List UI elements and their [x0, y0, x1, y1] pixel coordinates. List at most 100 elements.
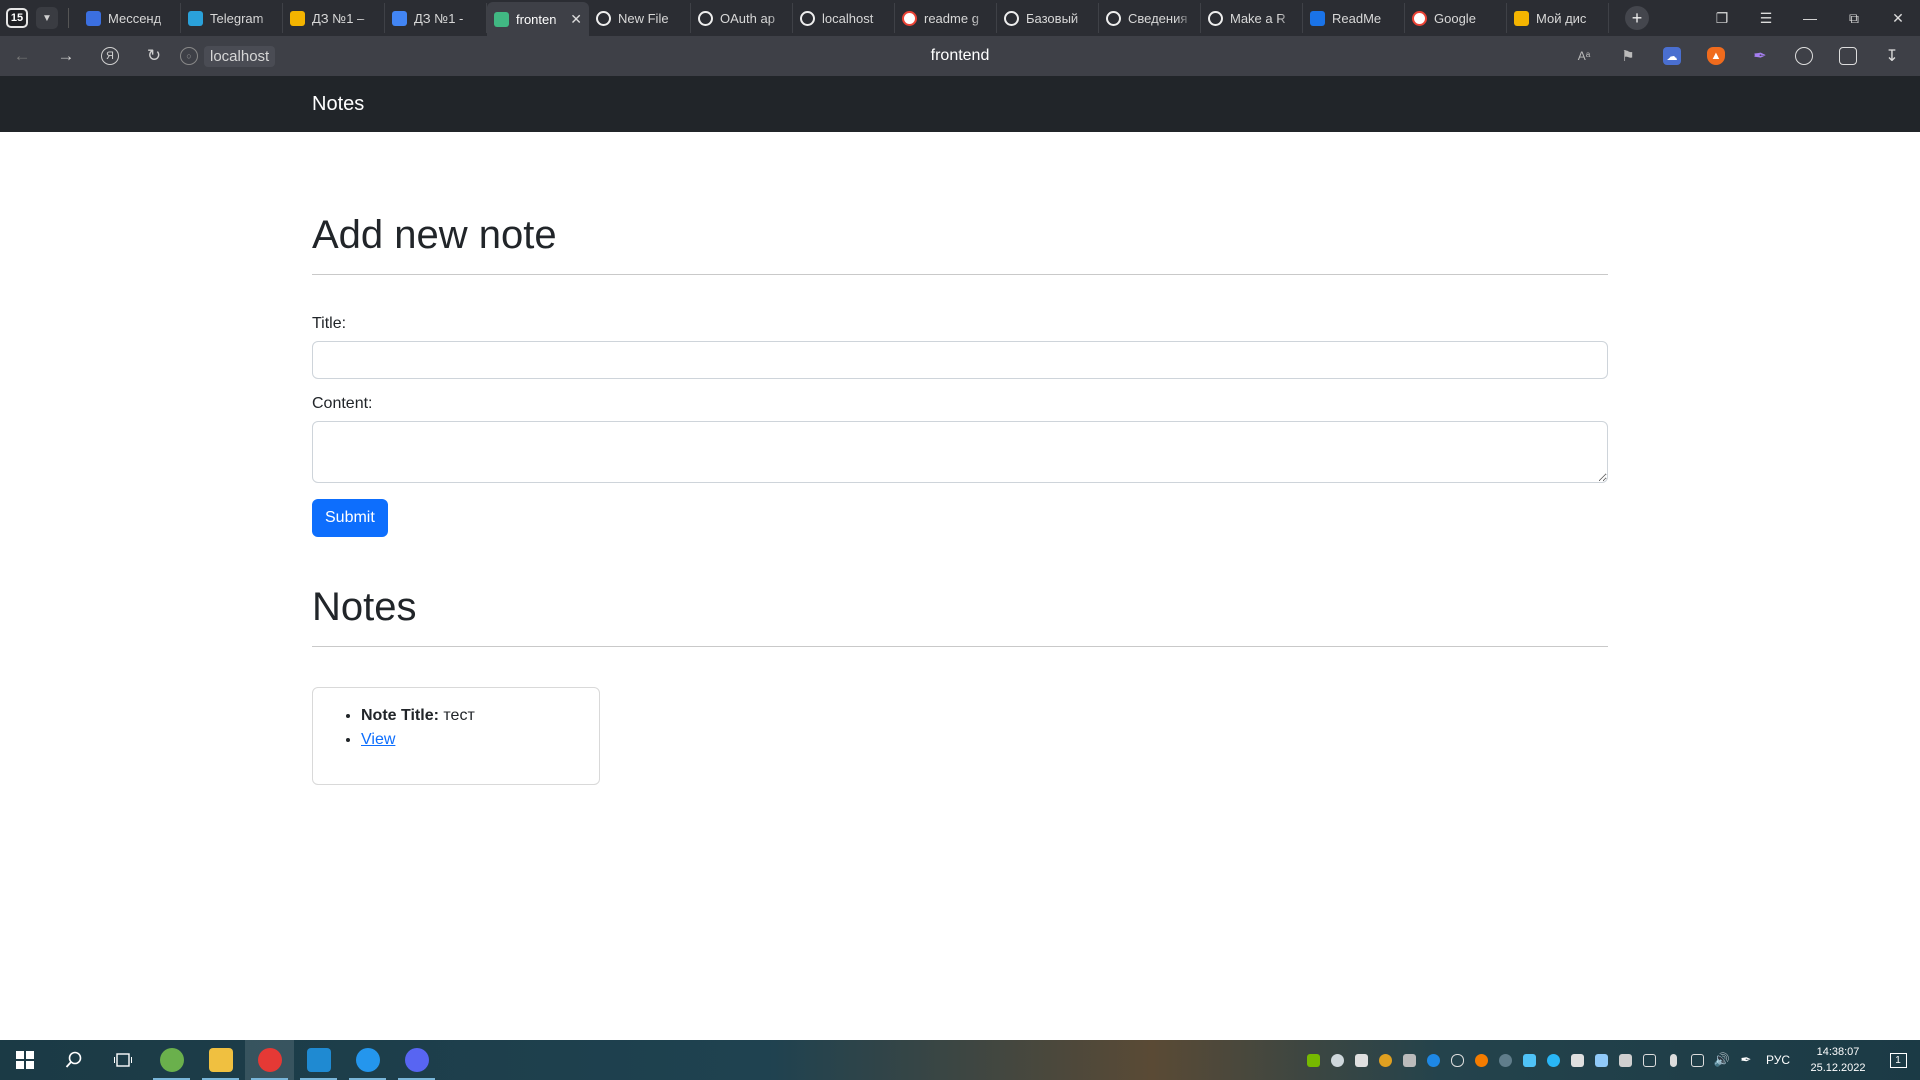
- tray-app-icon[interactable]: [1590, 1040, 1614, 1080]
- search-button[interactable]: [49, 1040, 98, 1080]
- notification-center-button[interactable]: 1: [1876, 1040, 1920, 1080]
- translate-icon: Aᵃ: [1577, 49, 1591, 63]
- tray-app-icon[interactable]: [1398, 1040, 1422, 1080]
- browser-tab[interactable]: fronten ✕: [487, 2, 589, 36]
- google-docs-icon: [392, 10, 407, 26]
- extension-feather[interactable]: ✒: [1738, 36, 1782, 76]
- download-icon: ↧: [1885, 48, 1899, 65]
- yandex-home-button[interactable]: Я: [88, 36, 132, 76]
- title-label: Title:: [312, 315, 347, 332]
- forward-button[interactable]: →: [44, 36, 88, 76]
- tray-avast-icon[interactable]: [1470, 1040, 1494, 1080]
- tray-microphone-icon[interactable]: [1662, 1040, 1686, 1080]
- taskbar-app-button[interactable]: [196, 1040, 245, 1080]
- browser-tab[interactable]: OAuth ap: [691, 3, 793, 33]
- tab-counter-button[interactable]: 15: [4, 6, 30, 30]
- tab-collections-icon[interactable]: ❐: [1700, 10, 1744, 27]
- tabs-dropdown-button[interactable]: ▼: [36, 7, 58, 29]
- divider: [68, 8, 69, 28]
- tab-title: ReadMe: [1332, 10, 1382, 26]
- browser-tab[interactable]: Базовый: [997, 3, 1099, 33]
- new-tab-button[interactable]: +: [1625, 6, 1649, 30]
- tray-chrome-icon[interactable]: [1374, 1040, 1398, 1080]
- navbar-brand[interactable]: Notes: [312, 76, 364, 132]
- arrow-right-icon: →: [57, 46, 75, 65]
- reload-button[interactable]: ↻: [132, 36, 176, 76]
- browser-tab[interactable]: Telegram: [181, 3, 283, 33]
- google-drive-icon: [290, 10, 305, 26]
- yandex-browser-icon: [257, 1048, 282, 1072]
- tray-shazam-icon[interactable]: [1542, 1040, 1566, 1080]
- site-info-icon[interactable]: ○: [180, 47, 198, 65]
- translate-button[interactable]: Aᵃ: [1562, 36, 1606, 76]
- tray-network-icon[interactable]: [1686, 1040, 1710, 1080]
- puzzle-icon: [1839, 47, 1857, 65]
- tray-app-icon[interactable]: [1566, 1040, 1590, 1080]
- tray-minus-icon[interactable]: [1422, 1040, 1446, 1080]
- add-note-heading: Add new note: [312, 213, 557, 257]
- url-field[interactable]: ○ localhost: [180, 45, 276, 67]
- tray-defender-icon[interactable]: [1614, 1040, 1638, 1080]
- browser-tab[interactable]: Make a R: [1201, 3, 1303, 33]
- menu-icon[interactable]: ☰: [1744, 10, 1788, 27]
- notification-icon: 1: [1889, 1052, 1907, 1068]
- browser-tab[interactable]: New File: [589, 3, 691, 33]
- shield-icon: ▲: [1707, 47, 1725, 65]
- browser-tab[interactable]: ДЗ №1 -: [385, 3, 487, 33]
- list-item: View: [361, 728, 599, 752]
- clock-time: 14:38:07: [1816, 1046, 1860, 1058]
- title-input[interactable]: [312, 341, 1608, 379]
- tray-app-icon[interactable]: [1518, 1040, 1542, 1080]
- taskbar-app-button[interactable]: [245, 1040, 294, 1080]
- tray-pen-icon[interactable]: ✒: [1734, 1040, 1758, 1080]
- note-card: Note Title: тест View: [312, 687, 600, 785]
- view-note-link[interactable]: View: [361, 731, 395, 748]
- input-language[interactable]: РУС: [1766, 1053, 1790, 1067]
- tray-link-icon[interactable]: [1446, 1040, 1470, 1080]
- downloads-button[interactable]: ↧: [1870, 36, 1914, 76]
- clock[interactable]: 14:38:07 25.12.2022: [1800, 1044, 1876, 1076]
- bookmark-button[interactable]: ⚑: [1606, 36, 1650, 76]
- back-button[interactable]: ←: [0, 36, 44, 76]
- restore-button[interactable]: ⧉: [1832, 10, 1876, 27]
- app-navbar: Notes: [0, 76, 1920, 132]
- browser-tab[interactable]: ReadMe: [1303, 3, 1405, 33]
- browser-tab[interactable]: Сведения: [1099, 3, 1201, 33]
- browser-tab[interactable]: readme g: [895, 3, 997, 33]
- close-tab-icon[interactable]: ✕: [570, 11, 582, 28]
- browser-tab[interactable]: Мессенд: [79, 3, 181, 33]
- taskbar-app-button[interactable]: [147, 1040, 196, 1080]
- yandex-icon: Я: [101, 47, 119, 65]
- tray-app-icon[interactable]: [1350, 1040, 1374, 1080]
- browser-tab[interactable]: Google: [1405, 3, 1507, 33]
- tray-nvidia-icon[interactable]: [1302, 1040, 1326, 1080]
- cloud-icon: ☁: [1663, 47, 1681, 65]
- extension-puzzle[interactable]: [1826, 36, 1870, 76]
- browser-tab[interactable]: ДЗ №1 –: [283, 3, 385, 33]
- tray-onedrive-icon[interactable]: [1326, 1040, 1350, 1080]
- note-title-label: Note Title:: [361, 707, 439, 724]
- close-window-button[interactable]: ✕: [1876, 10, 1920, 27]
- messenger-icon: [86, 10, 101, 26]
- divider: [312, 274, 1608, 275]
- content-textarea[interactable]: [312, 421, 1608, 483]
- tray-steam-icon[interactable]: [1494, 1040, 1518, 1080]
- file-explorer-icon: [208, 1048, 233, 1072]
- tray-volume-icon[interactable]: 🔊: [1710, 1040, 1734, 1080]
- extension-cloud[interactable]: ☁: [1650, 36, 1694, 76]
- extension-brave[interactable]: ▲: [1694, 36, 1738, 76]
- task-view-button[interactable]: [98, 1040, 147, 1080]
- tray-usb-icon[interactable]: [1638, 1040, 1662, 1080]
- taskbar-app-button[interactable]: [343, 1040, 392, 1080]
- minimize-button[interactable]: —: [1788, 10, 1832, 26]
- taskbar-app-button[interactable]: [392, 1040, 441, 1080]
- taskbar-apps: [147, 1040, 441, 1080]
- extension-bulb[interactable]: [1782, 36, 1826, 76]
- start-button[interactable]: [0, 1040, 49, 1080]
- browser-tab[interactable]: Мой дис: [1507, 3, 1609, 33]
- browser-tab[interactable]: localhost: [793, 3, 895, 33]
- submit-button[interactable]: Submit: [312, 499, 388, 537]
- taskbar-app-button[interactable]: [294, 1040, 343, 1080]
- vue-icon: [494, 11, 509, 27]
- tab-title: readme g: [924, 10, 979, 26]
